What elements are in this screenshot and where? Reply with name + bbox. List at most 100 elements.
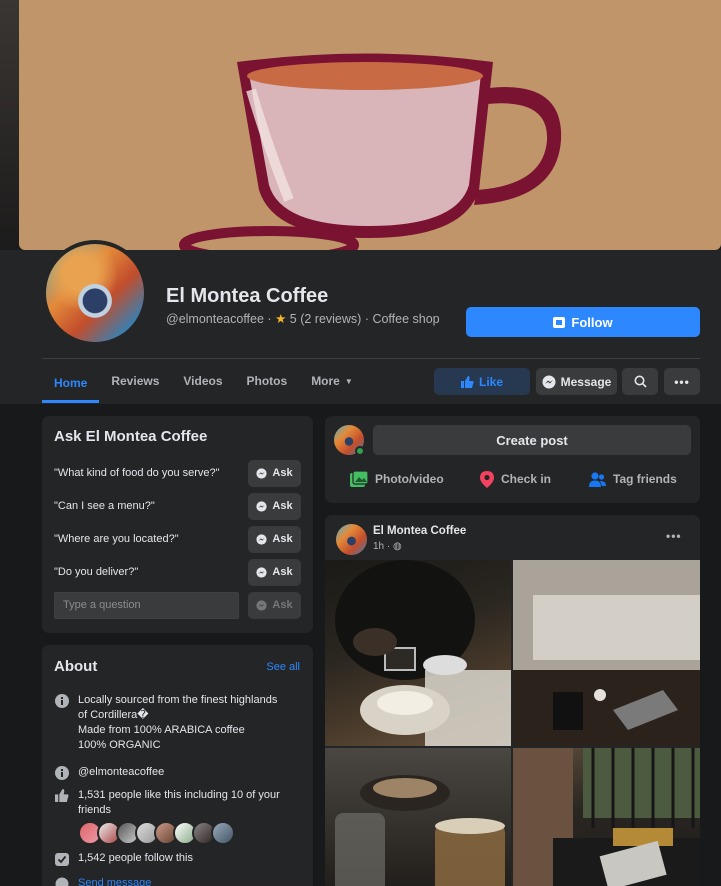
send-message-link[interactable]: Send message (78, 876, 151, 886)
photo-content (513, 748, 700, 886)
page-category[interactable]: Coffee shop (372, 312, 439, 326)
post-author[interactable]: El Montea Coffee (373, 525, 466, 537)
follow-icon (553, 316, 566, 328)
ask-card: Ask El Montea Coffee "What kind of food … (42, 416, 313, 633)
description-line: Locally sourced from the finest highland… (78, 694, 278, 706)
online-indicator (355, 446, 365, 456)
messenger-icon (256, 533, 268, 545)
reviews-count[interactable]: (2 reviews) (300, 312, 361, 326)
tag-friends-label: Tag friends (613, 472, 677, 486)
cover-edge (0, 0, 19, 250)
tab-reviews[interactable]: Reviews (99, 362, 171, 400)
about-title: About (54, 658, 98, 675)
see-all-link[interactable]: See all (266, 661, 300, 673)
question-text: "Where are you located?" (54, 533, 179, 545)
question-row: "Can I see a menu?" Ask (54, 492, 301, 520)
question-row: "Where are you located?" Ask (54, 525, 301, 553)
like-label: Like (478, 374, 503, 389)
follows-count: 1,542 people follow this (78, 852, 193, 864)
tag-friends-icon (589, 471, 606, 487)
photo-content (335, 560, 511, 746)
rating-value: 5 (289, 312, 297, 326)
create-post-button[interactable]: Create post (373, 425, 691, 455)
follow-check-icon (54, 851, 69, 866)
about-send-message-row: Send message (54, 876, 304, 886)
page-tabs: Home Reviews Videos Photos More ▼ (42, 362, 365, 404)
about-handle[interactable]: @elmonteacoffee (78, 765, 164, 780)
profile-avatar[interactable] (42, 240, 148, 346)
check-in-button[interactable]: Check in (480, 468, 551, 490)
thumbs-up-icon (460, 375, 474, 388)
page-handle[interactable]: @elmonteacoffee (166, 312, 264, 326)
friend-avatar[interactable] (211, 821, 235, 845)
question-text: "Can I see a menu?" (54, 500, 155, 512)
globe-icon: ◍ (393, 541, 402, 552)
post-author-avatar[interactable] (336, 524, 367, 555)
tab-home[interactable]: Home (42, 362, 100, 403)
header-divider (42, 358, 700, 359)
likes-count: 1,531 people like this including 10 of y… (78, 789, 280, 816)
post-options-icon[interactable]: ••• (666, 529, 682, 543)
messenger-icon (256, 467, 268, 479)
message-label: Message (560, 374, 612, 389)
cover-photo[interactable] (19, 0, 721, 250)
about-likes-row: 1,531 people like this including 10 of y… (54, 788, 304, 818)
ask-title: Ask El Montea Coffee (54, 428, 208, 445)
page-meta: @elmonteacoffee · ★ 5 (2 reviews) · Coff… (166, 312, 440, 326)
ask-label: Ask (272, 467, 293, 479)
follow-button[interactable]: Follow (466, 307, 700, 337)
photo-content (513, 560, 700, 746)
messenger-icon (256, 566, 268, 578)
info-icon (54, 693, 69, 708)
page-title: El Montea Coffee (166, 285, 329, 307)
ask-label: Ask (272, 599, 293, 611)
photo-video-button[interactable]: Photo/video (350, 468, 444, 490)
search-button[interactable] (622, 368, 658, 395)
follow-label: Follow (571, 314, 613, 330)
ask-label: Ask (272, 500, 293, 512)
star-icon: ★ (275, 312, 287, 326)
photo-video-label: Photo/video (375, 472, 444, 486)
ask-submit-button[interactable]: Ask (248, 591, 301, 619)
photo-icon (350, 471, 368, 487)
tab-more[interactable]: More ▼ (299, 362, 365, 400)
search-icon (634, 375, 647, 388)
post-timestamp[interactable]: 1h · ◍ (373, 541, 402, 552)
friends-avatars (78, 821, 235, 845)
tab-more-label: More (311, 374, 340, 388)
ask-button[interactable]: Ask (248, 558, 301, 586)
ask-button[interactable]: Ask (248, 459, 301, 487)
description-line: Made from 100% ARABICA coffee (78, 724, 245, 736)
tab-videos[interactable]: Videos (171, 362, 234, 400)
question-input-row: Ask (54, 591, 301, 619)
message-button[interactable]: Message (536, 368, 617, 395)
post-photo[interactable] (325, 748, 511, 886)
question-input[interactable] (54, 591, 239, 619)
about-handle-row: @elmonteacoffee (54, 765, 304, 780)
like-button[interactable]: Like (434, 368, 530, 395)
messenger-icon (256, 500, 268, 512)
ellipsis-icon: ••• (674, 374, 690, 389)
coffee-cup-illustration (179, 53, 562, 250)
caret-down-icon: ▼ (344, 376, 353, 386)
tag-friends-button[interactable]: Tag friends (589, 468, 677, 490)
ask-button[interactable]: Ask (248, 492, 301, 520)
description-line: 100% ORGANIC (78, 739, 161, 751)
post-photo[interactable] (513, 560, 700, 746)
photo-content (335, 775, 505, 886)
ask-label: Ask (272, 566, 293, 578)
messenger-icon (542, 375, 556, 388)
location-pin-icon (480, 470, 494, 488)
more-options-button[interactable]: ••• (664, 368, 700, 395)
tab-photos[interactable]: Photos (235, 362, 300, 400)
post-photo[interactable] (513, 748, 700, 886)
post-photo[interactable] (325, 560, 511, 746)
messenger-icon (256, 599, 268, 611)
about-description: Locally sourced from the finest highland… (54, 693, 304, 753)
post-time-value: 1h (373, 541, 385, 552)
ask-label: Ask (272, 533, 293, 545)
question-row: "What kind of food do you serve?" Ask (54, 459, 301, 487)
messenger-icon (54, 876, 69, 886)
ask-button[interactable]: Ask (248, 525, 301, 553)
thumbs-up-icon (54, 788, 69, 803)
